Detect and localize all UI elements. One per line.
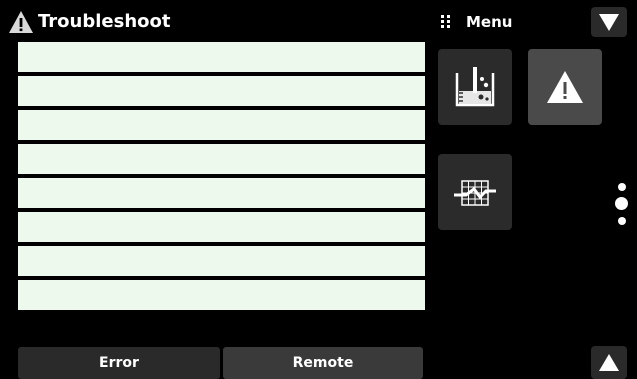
page-dot[interactable]	[618, 217, 626, 225]
page-title: Troubleshoot	[38, 11, 171, 32]
dropdown-button[interactable]	[591, 7, 627, 37]
title-bar: Troubleshoot Menu	[0, 0, 637, 44]
menu-tile-lab[interactable]	[438, 49, 512, 125]
warning-triangle-icon	[547, 71, 583, 103]
triangle-down-icon	[599, 14, 619, 31]
page-dot[interactable]	[618, 183, 626, 191]
scroll-up-button[interactable]	[591, 346, 627, 379]
error-row[interactable]	[18, 178, 425, 210]
chart-grid-icon	[454, 180, 496, 206]
error-row[interactable]	[18, 280, 425, 312]
lab-beaker-icon	[455, 67, 495, 107]
error-row[interactable]	[18, 246, 425, 278]
remote-button[interactable]: Remote	[223, 347, 423, 379]
menu-tile-chart[interactable]	[438, 154, 512, 230]
page-dot-active[interactable]	[615, 197, 628, 210]
grip-icon	[441, 15, 450, 28]
error-button[interactable]: Error	[18, 347, 220, 379]
error-row[interactable]	[18, 42, 425, 74]
error-list	[18, 42, 425, 314]
error-row[interactable]	[18, 110, 425, 142]
menu-label[interactable]: Menu	[466, 10, 512, 34]
triangle-up-icon	[599, 353, 619, 371]
warning-triangle-icon	[9, 11, 33, 33]
error-row[interactable]	[18, 76, 425, 108]
error-row[interactable]	[18, 144, 425, 176]
menu-tile-troubleshoot[interactable]	[528, 49, 602, 125]
error-row[interactable]	[18, 212, 425, 244]
